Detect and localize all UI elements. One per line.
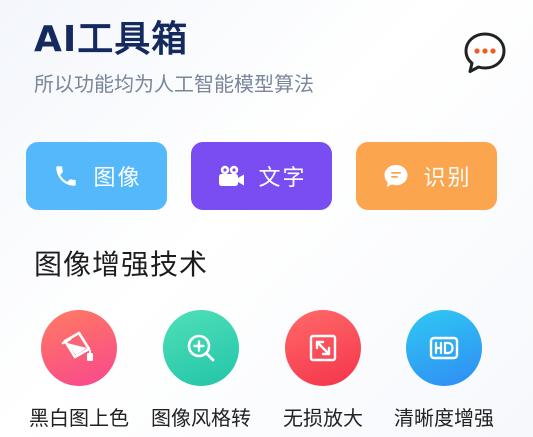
tool-hd-enhance[interactable]: 清晰度增强 — [384, 310, 504, 435]
page-subtitle: 所以功能均为人工智能模型算法 — [34, 72, 314, 96]
video-camera-icon — [216, 161, 246, 191]
image-button-label: 图像 — [93, 166, 142, 191]
message-button[interactable] — [462, 30, 508, 76]
recognize-button-label: 识别 — [423, 166, 472, 191]
paint-bucket-icon — [61, 331, 93, 361]
tool-lossless-upscale[interactable]: 无损放大 — [263, 310, 383, 435]
text-button-label: 文字 — [258, 166, 307, 191]
tool-colorize[interactable]: 黑白图上色 — [19, 310, 139, 435]
text-button[interactable]: 文字 — [191, 142, 332, 210]
page-title: AI工具箱 — [34, 19, 189, 60]
tool-hd-circle — [406, 310, 482, 386]
tool-colorize-circle — [41, 310, 117, 386]
section-heading: 图像增强技术 — [34, 248, 209, 281]
recognize-button[interactable]: 识别 — [356, 142, 497, 210]
tool-style-transfer[interactable]: 图像风格转 — [141, 310, 261, 435]
tool-style-label: 图像风格转 — [151, 406, 251, 430]
zoom-in-icon — [187, 334, 215, 362]
image-button[interactable]: 图像 — [26, 142, 167, 210]
tool-colorize-label: 黑白图上色 — [29, 406, 129, 430]
hd-icon — [429, 336, 459, 360]
expand-icon — [309, 334, 337, 362]
tool-lossless-circle — [285, 310, 361, 386]
message-icon — [464, 32, 506, 73]
chat-bubble-icon — [381, 161, 411, 191]
tool-style-circle — [163, 310, 239, 386]
tool-hd-label: 清晰度增强 — [394, 406, 494, 430]
phone-icon — [51, 161, 81, 191]
tool-lossless-label: 无损放大 — [283, 406, 363, 430]
